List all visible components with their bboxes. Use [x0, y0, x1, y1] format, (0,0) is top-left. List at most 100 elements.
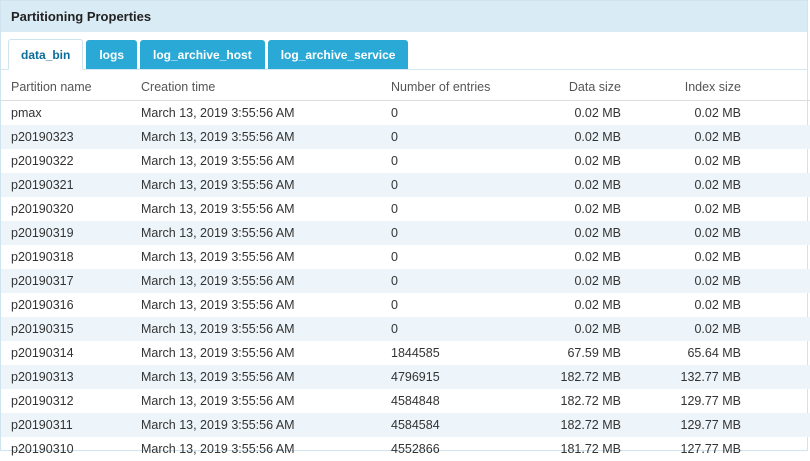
table-cell: 0.02 MB — [521, 101, 631, 126]
panel-title: Partitioning Properties — [1, 1, 807, 32]
table-cell: March 13, 2019 3:55:56 AM — [131, 413, 381, 437]
table-cell: 0 — [381, 317, 521, 341]
table-cell: March 13, 2019 3:55:56 AM — [131, 173, 381, 197]
table-cell: 0 — [381, 221, 521, 245]
table-row: p20190323March 13, 2019 3:55:56 AM00.02 … — [1, 125, 810, 149]
table-cell: 129.77 MB — [631, 389, 751, 413]
table-cell: March 13, 2019 3:55:56 AM — [131, 341, 381, 365]
table-cell: p20190316 — [1, 293, 131, 317]
table-cell: 0.02 MB — [631, 125, 751, 149]
table-cell: p20190319 — [1, 221, 131, 245]
table-row: p20190322March 13, 2019 3:55:56 AM00.02 … — [1, 149, 810, 173]
table-cell: March 13, 2019 3:55:56 AM — [131, 293, 381, 317]
table-cell: 0.02 MB — [631, 293, 751, 317]
tab-log_archive_host[interactable]: log_archive_host — [140, 40, 265, 69]
table-cell: p20190311 — [1, 413, 131, 437]
table-row: p20190315March 13, 2019 3:55:56 AM00.02 … — [1, 317, 810, 341]
table-body: pmaxMarch 13, 2019 3:55:56 AM00.02 MB0.0… — [1, 101, 810, 461]
table-cell: 67.59 MB — [521, 341, 631, 365]
table-cell: 0.02 MB — [521, 269, 631, 293]
table-row: p20190320March 13, 2019 3:55:56 AM00.02 … — [1, 197, 810, 221]
table-cell: 0.02 MB — [631, 149, 751, 173]
table-cell: 0 — [381, 125, 521, 149]
tab-data_bin[interactable]: data_bin — [8, 39, 83, 70]
table-cell: 0.02 MB — [521, 149, 631, 173]
table-cell: March 13, 2019 3:55:56 AM — [131, 317, 381, 341]
table-row: p20190311March 13, 2019 3:55:56 AM458458… — [1, 413, 810, 437]
table-cell: p20190315 — [1, 317, 131, 341]
table-cell: 315.49 MB — [751, 365, 810, 389]
table-cell: p20190323 — [1, 125, 131, 149]
table-cell: 181.72 MB — [521, 437, 631, 461]
table-cell: 0.04 MB — [751, 245, 810, 269]
table-cell: 0.04 MB — [751, 317, 810, 341]
table-cell: 0.02 MB — [521, 317, 631, 341]
table-cell: 309.49 MB — [751, 437, 810, 461]
table-cell: 182.72 MB — [521, 413, 631, 437]
table-cell: 4584584 — [381, 413, 521, 437]
table-cell: 0.02 MB — [631, 173, 751, 197]
table-cell: 0.04 MB — [751, 101, 810, 126]
table-cell: 0.02 MB — [521, 293, 631, 317]
table-cell: 0 — [381, 269, 521, 293]
table-cell: 0.02 MB — [631, 221, 751, 245]
table-cell: p20190318 — [1, 245, 131, 269]
tab-bar: data_binlogslog_archive_hostlog_archive_… — [1, 32, 807, 70]
table-row: p20190313March 13, 2019 3:55:56 AM479691… — [1, 365, 810, 389]
table-cell: March 13, 2019 3:55:56 AM — [131, 437, 381, 461]
table-cell: p20190322 — [1, 149, 131, 173]
column-header-partition-name: Partition name — [1, 74, 131, 101]
table-cell: March 13, 2019 3:55:56 AM — [131, 197, 381, 221]
table-row: p20190319March 13, 2019 3:55:56 AM00.02 … — [1, 221, 810, 245]
table-cell: p20190313 — [1, 365, 131, 389]
partitioning-properties-panel: Partitioning Properties data_binlogslog_… — [0, 0, 808, 451]
table-cell: March 13, 2019 3:55:56 AM — [131, 221, 381, 245]
column-header-number-of-entries: Number of entries — [381, 74, 521, 101]
table-cell: 133.23 MB — [751, 341, 810, 365]
tab-log_archive_service[interactable]: log_archive_service — [268, 40, 409, 69]
table-cell: 1844585 — [381, 341, 521, 365]
table-cell: March 13, 2019 3:55:56 AM — [131, 101, 381, 126]
table-row: p20190318March 13, 2019 3:55:56 AM00.02 … — [1, 245, 810, 269]
table-row: p20190312March 13, 2019 3:55:56 AM458484… — [1, 389, 810, 413]
partitions-table: Partition nameCreation timeNumber of ent… — [1, 74, 810, 461]
table-cell: 0.02 MB — [521, 125, 631, 149]
table-cell: 127.77 MB — [631, 437, 751, 461]
table-cell: 0.02 MB — [521, 221, 631, 245]
table-cell: March 13, 2019 3:55:56 AM — [131, 365, 381, 389]
table-cell: 0.02 MB — [631, 269, 751, 293]
table-cell: 0 — [381, 149, 521, 173]
table-cell: 0.04 MB — [751, 149, 810, 173]
table-cell: 4796915 — [381, 365, 521, 389]
table-cell: 0.02 MB — [521, 245, 631, 269]
table-cell: 65.64 MB — [631, 341, 751, 365]
table-cell: 0.04 MB — [751, 221, 810, 245]
table-cell: 0.02 MB — [521, 197, 631, 221]
table-cell: 0.04 MB — [751, 197, 810, 221]
table-cell: March 13, 2019 3:55:56 AM — [131, 389, 381, 413]
table-cell: 0.02 MB — [631, 245, 751, 269]
table-cell: 0.02 MB — [521, 173, 631, 197]
table-cell: 0.04 MB — [751, 173, 810, 197]
table-cell: p20190317 — [1, 269, 131, 293]
table-cell: pmax — [1, 101, 131, 126]
table-cell: March 13, 2019 3:55:56 AM — [131, 125, 381, 149]
table-cell: 0.04 MB — [751, 293, 810, 317]
table-row: p20190314March 13, 2019 3:55:56 AM184458… — [1, 341, 810, 365]
table-cell: 0.04 MB — [751, 269, 810, 293]
table-cell: 4584848 — [381, 389, 521, 413]
table-cell: 312.49 MB — [751, 389, 810, 413]
table-cell: p20190312 — [1, 389, 131, 413]
table-cell: 0.04 MB — [751, 125, 810, 149]
table-cell: p20190314 — [1, 341, 131, 365]
table-row: pmaxMarch 13, 2019 3:55:56 AM00.02 MB0.0… — [1, 101, 810, 126]
table-cell: p20190310 — [1, 437, 131, 461]
table-cell: 0 — [381, 197, 521, 221]
table-cell: 182.72 MB — [521, 365, 631, 389]
table-cell: 4552866 — [381, 437, 521, 461]
column-header-index-size: Index size — [631, 74, 751, 101]
tab-logs[interactable]: logs — [86, 40, 137, 69]
table-cell: 0 — [381, 293, 521, 317]
table-row: p20190321March 13, 2019 3:55:56 AM00.02 … — [1, 173, 810, 197]
table-cell: 0 — [381, 245, 521, 269]
